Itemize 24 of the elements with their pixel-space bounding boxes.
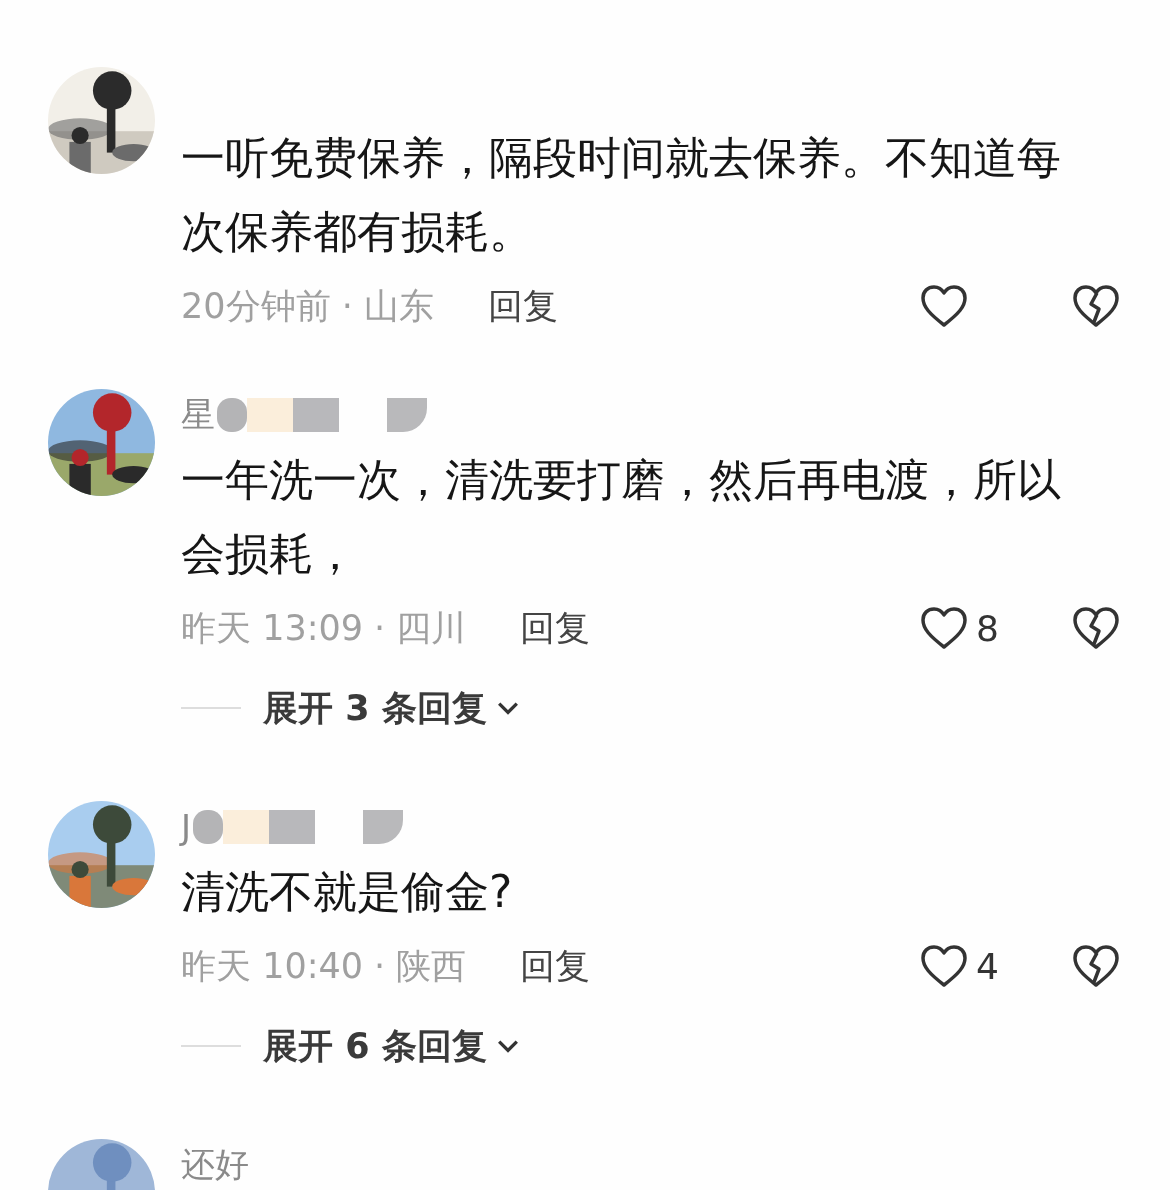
like-button[interactable]: 8 [920,606,1000,650]
time-location: 昨天 10:40 · 陕西 [181,944,467,988]
chevron-down-icon [496,701,519,715]
reply-button[interactable]: 回复 [487,282,558,330]
heart-icon [920,606,968,650]
heart-icon [920,944,968,988]
comment-text: 一年洗一次，清洗要打磨，然后再电渡，所以会损耗， [181,453,1062,581]
expand-replies-button[interactable]: 展开 6 条回复 [263,1022,519,1070]
time-location: 昨天 13:09 · 四川 [181,606,467,650]
chevron-down-icon [496,1039,519,1053]
broken-heart-icon [1072,284,1120,328]
comment-text: 清洗不就是偷金? [181,865,514,919]
heart-icon [920,284,968,328]
comment-text: 一听免费保养，隔段时间就去保养。不知道每次保养都有损耗。 [181,131,1062,259]
dislike-button[interactable] [1072,944,1120,988]
broken-heart-icon [1072,944,1120,988]
reply-button[interactable]: 回复 [520,604,591,652]
reply-button[interactable]: 回复 [520,942,591,990]
dislike-button[interactable] [1072,606,1120,650]
time-location: 20分钟前 · 山东 [181,284,434,328]
expand-replies-button[interactable]: 展开 3 条回复 [263,684,519,732]
broken-heart-icon [1072,606,1120,650]
dislike-button[interactable] [1072,284,1120,328]
like-button[interactable]: 4 [920,944,1000,988]
